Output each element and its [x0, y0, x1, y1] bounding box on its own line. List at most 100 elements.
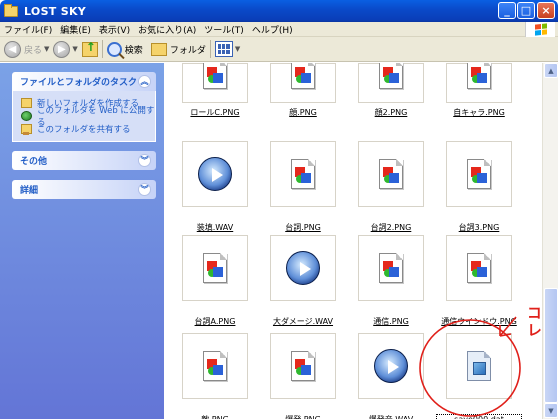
- file-item[interactable]: save000.dat: [436, 333, 522, 419]
- globe-icon: [21, 110, 32, 121]
- file-thumbnail[interactable]: [446, 141, 512, 207]
- menu-view[interactable]: 表示(V): [95, 23, 134, 36]
- file-thumbnail[interactable]: [182, 63, 248, 103]
- task-publish-web[interactable]: このフォルダを Web に公開する: [21, 106, 155, 128]
- search-label: 検索: [124, 45, 143, 56]
- file-item[interactable]: 爆発音.WAV: [348, 333, 428, 419]
- title-bar: LOST SKY _ □ ×: [0, 0, 558, 22]
- menu-favorites[interactable]: お気に入り(A): [134, 23, 200, 36]
- file-thumbnail[interactable]: [182, 141, 248, 207]
- windows-logo-icon: [525, 22, 555, 37]
- file-folder-tasks-header[interactable]: ファイルとフォルダのタスク ︽: [12, 72, 156, 91]
- other-places-header[interactable]: その他 ︾: [12, 151, 156, 170]
- png-file-icon: [291, 159, 315, 189]
- minimize-button[interactable]: _: [498, 2, 516, 19]
- other-places-panel: その他 ︾: [12, 151, 156, 170]
- file-name: 敵.PNG: [172, 414, 258, 419]
- file-thumbnail[interactable]: [446, 333, 512, 399]
- toolbar-separator: [209, 40, 211, 58]
- menu-bar: ファイル(F) 編集(E) 表示(V) お気に入り(A) ツール(T) ヘルプ(…: [0, 22, 558, 37]
- chevron-up-icon[interactable]: ︽: [138, 75, 151, 88]
- scroll-down-button[interactable]: ▼: [544, 403, 558, 418]
- task-list: 新しいフォルダを作成する このフォルダを Web に公開する このフォルダを共有…: [12, 91, 156, 142]
- png-file-icon: [291, 351, 315, 381]
- file-item[interactable]: 台詞A.PNG: [172, 235, 252, 333]
- png-file-icon: [467, 253, 491, 283]
- chevron-down-icon[interactable]: ︾: [138, 183, 151, 196]
- file-thumbnail[interactable]: [182, 333, 248, 399]
- task-pane: ファイルとフォルダのタスク ︽ 新しいフォルダを作成する このフォルダを Web…: [0, 63, 164, 419]
- file-thumbnail[interactable]: [182, 235, 248, 301]
- up-folder-button[interactable]: [81, 40, 98, 57]
- file-item[interactable]: 自キャラ.PNG: [436, 63, 516, 149]
- panel-title: その他: [20, 157, 48, 167]
- forward-button[interactable]: ▶ ▼: [53, 40, 78, 58]
- file-name: save000.dat: [436, 414, 522, 419]
- file-item[interactable]: ロールC.PNG: [172, 63, 252, 149]
- folders-label: フォルダ: [169, 45, 206, 56]
- back-button[interactable]: ◀ 戻る ▼: [4, 40, 49, 58]
- share-folder-icon: [21, 123, 32, 135]
- file-item[interactable]: 装填.WAV: [172, 141, 252, 239]
- chevron-down-icon[interactable]: ︾: [138, 154, 151, 167]
- details-header[interactable]: 詳細 ︾: [12, 180, 156, 199]
- file-thumbnail[interactable]: [270, 333, 336, 399]
- file-thumbnail[interactable]: [358, 333, 424, 399]
- forward-arrow-icon: ▶: [53, 40, 71, 58]
- file-name: 通信.PNG: [373, 317, 409, 326]
- menu-help[interactable]: ヘルプ(H): [248, 23, 297, 36]
- file-item[interactable]: 台詞.PNG: [260, 141, 340, 239]
- chevron-down-icon: ▼: [72, 45, 78, 53]
- annotation-text: コレ: [525, 305, 543, 339]
- menu-edit[interactable]: 編集(E): [56, 23, 95, 36]
- file-name: 爆発.PNG: [260, 414, 346, 419]
- file-thumbnail[interactable]: [270, 63, 336, 103]
- views-button[interactable]: ▼: [214, 41, 240, 57]
- png-file-icon: [203, 253, 227, 283]
- file-name: 台詞A.PNG: [194, 317, 236, 326]
- menu-file[interactable]: ファイル(F): [0, 23, 56, 36]
- maximize-button[interactable]: □: [517, 2, 535, 19]
- file-item[interactable]: 顔2.PNG: [348, 63, 428, 149]
- file-name: 台詞2.PNG: [370, 223, 412, 232]
- details-panel: 詳細 ︾: [12, 180, 156, 199]
- png-file-icon: [379, 159, 403, 189]
- file-item[interactable]: 敵.PNG: [172, 333, 252, 419]
- close-button[interactable]: ×: [537, 2, 555, 19]
- vertical-scrollbar[interactable]: ▲ ▼: [542, 63, 558, 419]
- up-folder-icon: [81, 40, 98, 57]
- file-item[interactable]: 爆発.PNG: [260, 333, 340, 419]
- folder-icon: [4, 3, 18, 17]
- toolbar-separator: [101, 40, 103, 58]
- file-item[interactable]: 顔.PNG: [260, 63, 340, 149]
- new-folder-icon: [21, 97, 32, 108]
- task-label: このフォルダを共有する: [37, 124, 131, 135]
- file-thumbnail[interactable]: [270, 235, 336, 301]
- file-thumbnail[interactable]: [358, 141, 424, 207]
- file-thumbnail[interactable]: [358, 235, 424, 301]
- folders-button[interactable]: フォルダ: [150, 42, 206, 56]
- file-thumbnail[interactable]: [446, 63, 512, 103]
- file-item[interactable]: 大ダメージ.WAV: [260, 235, 340, 333]
- menu-tools[interactable]: ツール(T): [200, 23, 248, 36]
- file-name: 顔2.PNG: [374, 108, 408, 117]
- file-item[interactable]: 通信ウインドウ.PNG: [436, 235, 517, 333]
- file-name: ロールC.PNG: [190, 108, 240, 117]
- file-thumbnail[interactable]: [270, 141, 336, 207]
- panel-title: 詳細: [20, 186, 39, 196]
- file-thumbnail[interactable]: [358, 63, 424, 103]
- file-item[interactable]: 通信.PNG: [348, 235, 428, 333]
- wav-media-icon: [198, 157, 232, 191]
- search-button[interactable]: 検索: [106, 41, 143, 57]
- scroll-thumb[interactable]: [544, 288, 558, 403]
- file-item[interactable]: 台詞2.PNG: [348, 141, 428, 239]
- file-name: 台詞.PNG: [285, 223, 321, 232]
- dat-file-icon: [467, 351, 491, 381]
- file-item[interactable]: 台詞3.PNG: [436, 141, 516, 239]
- png-file-icon: [291, 63, 315, 89]
- png-file-icon: [203, 63, 227, 89]
- back-label: 戻る: [24, 45, 43, 56]
- file-thumbnail[interactable]: [446, 235, 512, 301]
- png-file-icon: [379, 253, 403, 283]
- scroll-up-button[interactable]: ▲: [544, 63, 558, 78]
